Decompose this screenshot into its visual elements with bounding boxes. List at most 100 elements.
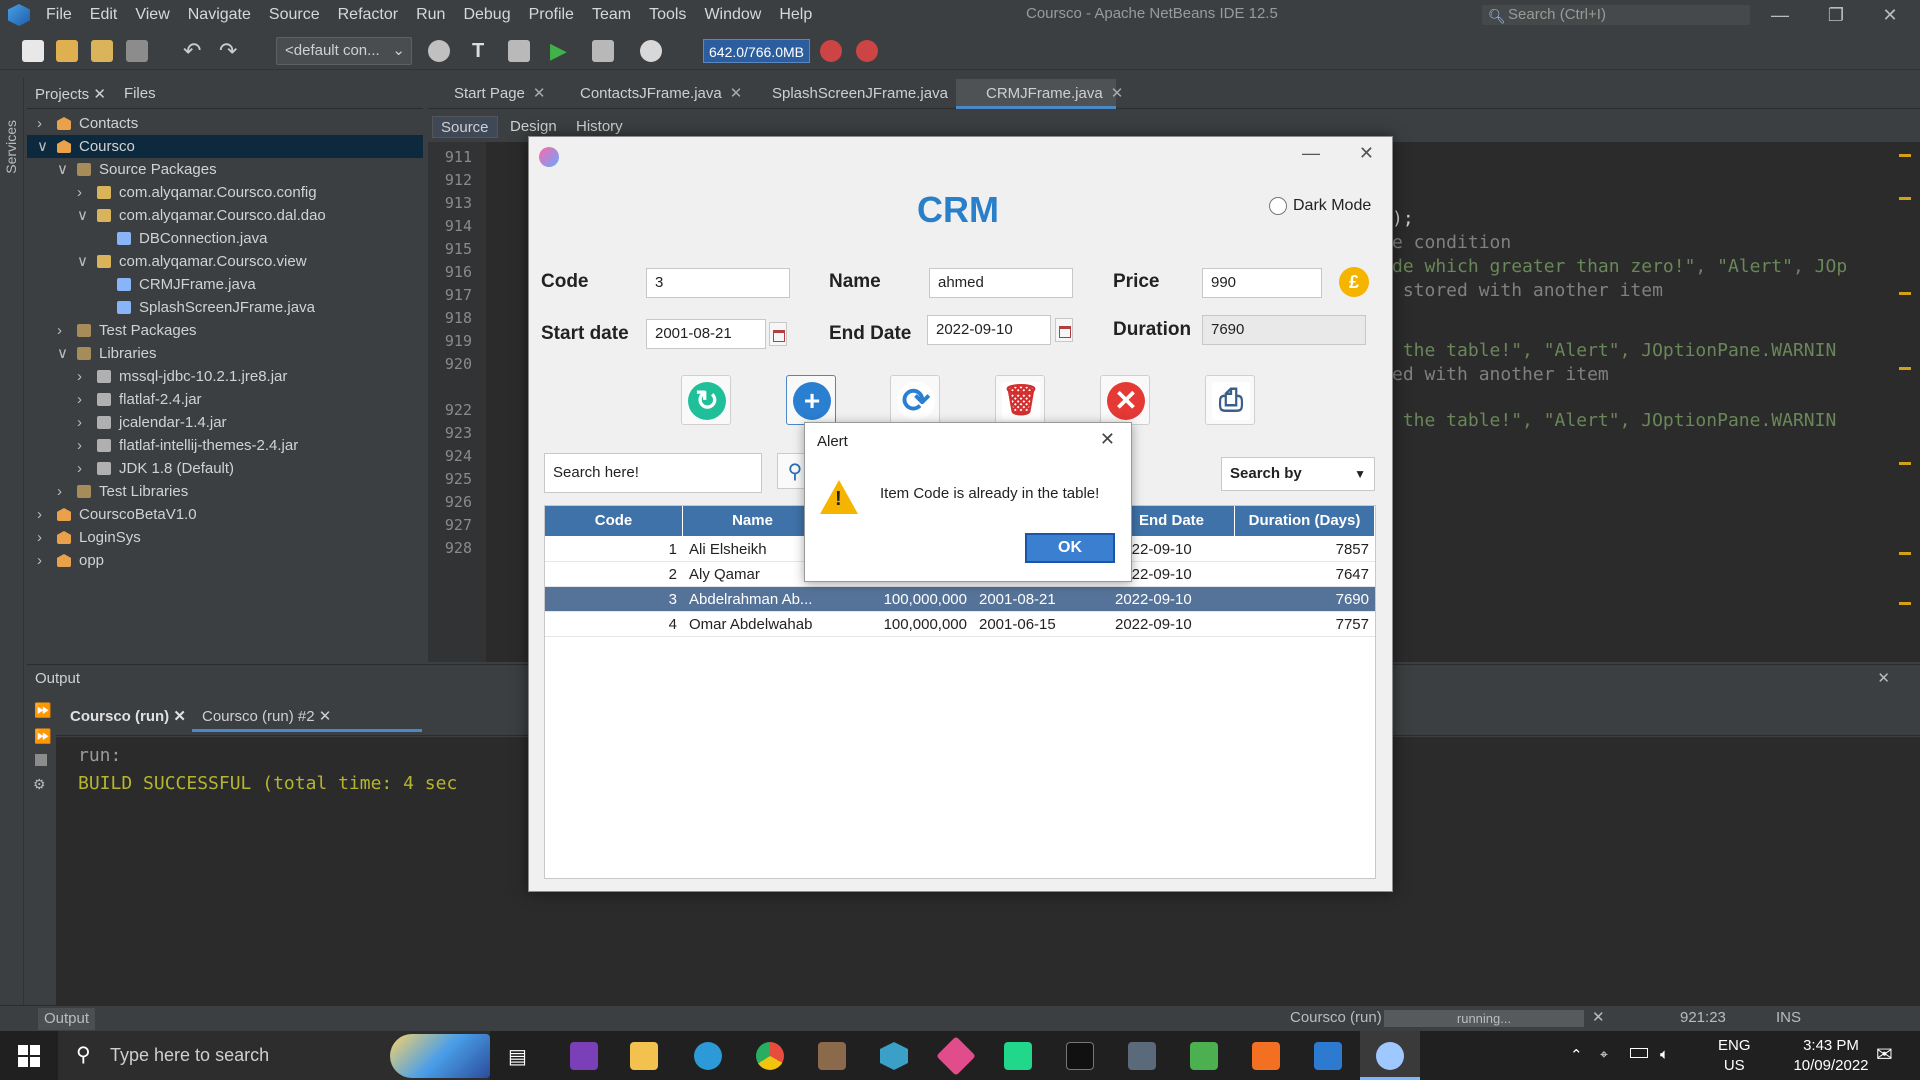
ok-button[interactable]: OK <box>1025 533 1115 563</box>
ide-search-input[interactable]: 🔍︎ Search (Ctrl+I) <box>1482 5 1750 25</box>
tab-contacts-jframe[interactable]: ContactsJFrame.java ✕ <box>552 79 742 109</box>
menu-window[interactable]: Window <box>704 6 761 24</box>
tree-item[interactable]: ∨ Coursco <box>27 135 423 158</box>
table-row[interactable]: 4 Omar Abdelwahab 100,000,000 2001-06-15 202… <box>545 612 1375 637</box>
warning-mark[interactable] <box>1899 292 1911 295</box>
java-app-icon[interactable] <box>1376 1042 1404 1070</box>
debug-icon[interactable] <box>592 40 614 62</box>
maximize-button[interactable]: ❐ <box>1816 2 1856 28</box>
redo-icon[interactable]: ↷ <box>219 40 241 62</box>
menu-source[interactable]: Source <box>269 6 320 24</box>
column-header[interactable]: Duration (Days) <box>1235 506 1375 536</box>
chevron-right-icon[interactable]: › <box>57 480 62 503</box>
open-project-icon[interactable] <box>91 40 113 62</box>
save-all-icon[interactable] <box>126 40 148 62</box>
clock[interactable]: 3:43 PM 10/09/2022 <box>1786 1036 1876 1076</box>
tree-item[interactable]: › LoginSys <box>27 526 423 549</box>
menu-file[interactable]: File <box>46 6 72 24</box>
tab-source[interactable]: Source <box>432 116 498 138</box>
code-field[interactable]: 3 <box>646 268 790 298</box>
chevron-right-icon[interactable]: › <box>77 434 82 457</box>
menu-run[interactable]: Run <box>416 6 445 24</box>
tab-splash-jframe[interactable]: SplashScreenJFrame.java✕ <box>744 79 969 109</box>
chevron-right-icon[interactable]: › <box>37 526 42 549</box>
tab-projects[interactable]: Projects ✕ <box>35 85 106 103</box>
add-button[interactable]: + <box>786 375 836 425</box>
chevron-right-icon[interactable]: › <box>57 319 62 342</box>
close-button[interactable]: ✕ <box>1100 429 1115 450</box>
settings-icon[interactable]: ⚙ <box>33 776 46 793</box>
globe-icon[interactable] <box>428 40 450 62</box>
xampp-icon[interactable] <box>1252 1042 1280 1070</box>
tree-item[interactable]: › jcalendar-1.4.jar <box>27 411 423 434</box>
chevron-right-icon[interactable]: › <box>77 457 82 480</box>
tree-item[interactable]: ∨ com.alyqamar.Coursco.dal.dao <box>27 204 423 227</box>
menu-navigate[interactable]: Navigate <box>188 6 251 24</box>
close-icon[interactable]: ✕ <box>1877 669 1890 687</box>
tree-item[interactable]: CRMJFrame.java <box>27 273 423 296</box>
tree-item[interactable]: ∨ com.alyqamar.Coursco.view <box>27 250 423 273</box>
close-icon[interactable]: ✕ <box>173 708 186 725</box>
start-date-field[interactable]: 2001-08-21 <box>646 319 766 349</box>
clean-build-icon[interactable] <box>508 40 530 62</box>
photos-icon[interactable] <box>1314 1042 1342 1070</box>
app-icon[interactable] <box>1190 1042 1218 1070</box>
chevron-right-icon[interactable]: › <box>77 365 82 388</box>
warning-mark[interactable] <box>1899 462 1911 465</box>
new-file-icon[interactable] <box>22 40 44 62</box>
services-tab[interactable]: Services <box>3 120 19 174</box>
output-status-tab[interactable]: Output <box>38 1008 96 1030</box>
chevron-down-icon[interactable]: ∨ <box>37 135 48 158</box>
name-field[interactable]: ahmed <box>929 268 1073 298</box>
search-by-select[interactable]: Search by ▼ <box>1221 457 1375 491</box>
warning-mark[interactable] <box>1899 367 1911 370</box>
tab-output-run[interactable]: Coursco (run) ✕ <box>70 702 186 732</box>
tab-start-page[interactable]: Start Page ✕ <box>442 79 562 109</box>
warning-mark[interactable] <box>1899 197 1911 200</box>
wifi-icon[interactable]: ⌖ <box>1600 1046 1608 1063</box>
chevron-right-icon[interactable]: › <box>37 549 42 572</box>
tab-files[interactable]: Files <box>124 85 156 102</box>
dark-mode-toggle[interactable]: Dark Mode <box>1269 197 1371 215</box>
gc-secondary-icon[interactable] <box>856 40 878 62</box>
tree-item[interactable]: › flatlaf-intellij-themes-2.4.jar <box>27 434 423 457</box>
tree-item[interactable]: › Test Libraries <box>27 480 423 503</box>
close-icon[interactable]: ✕ <box>533 85 546 102</box>
close-icon[interactable]: ✕ <box>93 86 106 103</box>
chevron-up-icon[interactable]: ⌃ <box>1570 1046 1583 1064</box>
end-date-field[interactable]: 2022-09-10 <box>927 315 1051 345</box>
tab-design[interactable]: Design <box>502 116 565 138</box>
file-explorer-icon[interactable] <box>630 1042 658 1070</box>
chevron-down-icon[interactable]: ∨ <box>77 204 88 227</box>
refresh-form-button[interactable]: ↻ <box>681 375 731 425</box>
onenote-icon[interactable] <box>570 1042 598 1070</box>
calculator-icon[interactable] <box>1128 1042 1156 1070</box>
memory-indicator[interactable]: 642.0/766.0MB <box>703 39 810 63</box>
tree-item[interactable]: › opp <box>27 549 423 572</box>
tree-item[interactable]: SplashScreenJFrame.java <box>27 296 423 319</box>
column-header[interactable]: Name <box>683 506 823 536</box>
tab-crm-jframe[interactable]: CRMJFrame.java ✕ <box>956 79 1123 109</box>
language-indicator[interactable]: ENG US <box>1718 1036 1751 1076</box>
tree-item[interactable]: ∨ Source Packages <box>27 158 423 181</box>
notifications-icon[interactable]: ✉ <box>1876 1042 1902 1068</box>
stop-icon[interactable] <box>35 754 47 766</box>
gc-icon[interactable] <box>820 40 842 62</box>
warning-mark[interactable] <box>1899 602 1911 605</box>
update-button[interactable]: ⟳ <box>890 375 940 425</box>
new-project-icon[interactable] <box>56 40 78 62</box>
price-field[interactable]: 990 <box>1202 268 1322 298</box>
print-button[interactable]: ⎙ <box>1205 375 1255 425</box>
chevron-right-icon[interactable]: › <box>37 503 42 526</box>
menu-debug[interactable]: Debug <box>463 6 510 24</box>
menu-team[interactable]: Team <box>592 6 631 24</box>
chevron-down-icon[interactable]: ∨ <box>57 158 68 181</box>
tab-output-run-2[interactable]: Coursco (run) #2 ✕ <box>192 702 422 732</box>
edge-icon[interactable] <box>694 1042 722 1070</box>
tree-item[interactable]: › com.alyqamar.Coursco.config <box>27 181 423 204</box>
calendar-icon[interactable] <box>1055 318 1073 342</box>
menu-profile[interactable]: Profile <box>529 6 574 24</box>
volume-icon[interactable]: 🔈︎ <box>1660 1046 1669 1063</box>
tree-item[interactable]: › JDK 1.8 (Default) <box>27 457 423 480</box>
tree-item[interactable]: › Test Packages <box>27 319 423 342</box>
